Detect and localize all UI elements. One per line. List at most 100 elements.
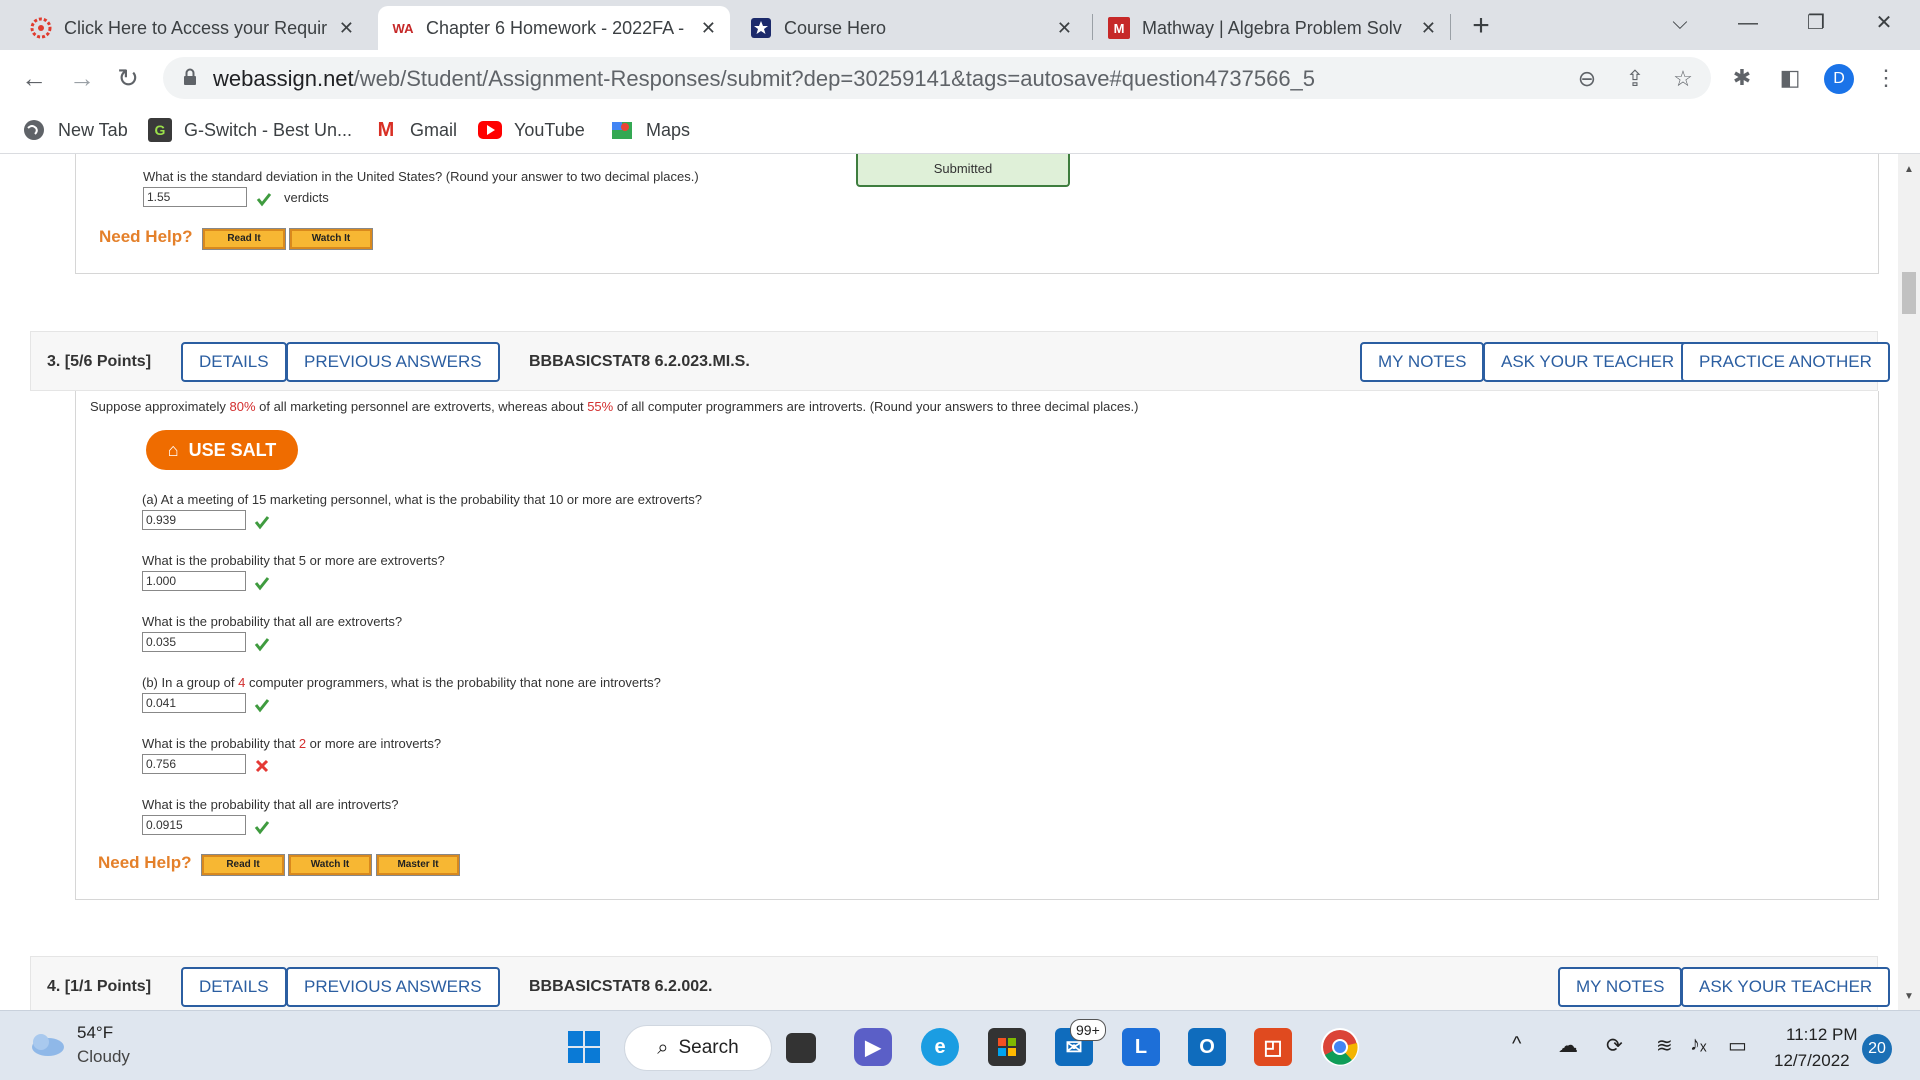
- youtube-icon: [478, 118, 502, 142]
- use-salt-label: USE SALT: [188, 439, 277, 460]
- menu-kebab-icon[interactable]: ⋮: [1872, 64, 1900, 92]
- wifi-icon[interactable]: ≋: [1656, 1033, 1673, 1058]
- use-salt-button[interactable]: ⌂ USE SALT: [146, 430, 298, 470]
- webassign-logo-icon: WA: [392, 20, 414, 36]
- new-tab-plus-icon[interactable]: +: [1466, 8, 1496, 44]
- answer-input-b2[interactable]: [142, 754, 246, 774]
- vertical-scrollbar[interactable]: ▲ ▼: [1898, 154, 1920, 1010]
- search-icon: ⌕: [657, 1036, 669, 1059]
- my-notes-button[interactable]: MY NOTES: [1558, 967, 1683, 1007]
- microsoft-store-icon[interactable]: [988, 1028, 1026, 1066]
- master-it-button[interactable]: Master It: [376, 854, 460, 876]
- answer-input-a3[interactable]: [142, 632, 246, 652]
- question-code: BBBASICSTAT8 6.2.002.: [529, 978, 713, 995]
- read-it-button[interactable]: Read It: [201, 854, 285, 876]
- my-notes-button[interactable]: MY NOTES: [1360, 342, 1485, 382]
- percent-highlight: 55%: [587, 399, 614, 414]
- tab-close-icon[interactable]: ✕: [339, 18, 354, 39]
- clock-time[interactable]: 11:12 PM: [1786, 1025, 1858, 1045]
- details-button[interactable]: DETAILS: [181, 967, 287, 1007]
- previous-answers-button[interactable]: PREVIOUS ANSWERS: [286, 342, 500, 382]
- weather-condition[interactable]: Cloudy: [77, 1047, 130, 1067]
- question-part-a1: (a) At a meeting of 15 marketing personn…: [142, 492, 703, 507]
- previous-answers-button[interactable]: PREVIOUS ANSWERS: [286, 967, 500, 1007]
- volume-muted-icon[interactable]: ♪ₓ: [1690, 1033, 1707, 1056]
- bookmarks-bar: New Tab G G-Switch - Best Un... M Gmail …: [0, 106, 1920, 154]
- correct-check-icon: [254, 638, 270, 652]
- answer-input-b1[interactable]: [142, 693, 246, 713]
- clock-date[interactable]: 12/7/2022: [1774, 1051, 1850, 1071]
- url-domain: webassign.net: [213, 66, 354, 91]
- tab-close-icon[interactable]: ✕: [1057, 18, 1072, 39]
- taskbar-search-box[interactable]: ⌕ Search: [624, 1025, 772, 1071]
- need-help-label: Need Help?: [99, 227, 193, 246]
- tab-canvas[interactable]: Click Here to Access your Requir ✕: [16, 6, 368, 50]
- question-3-header: 3. [5/6 Points] DETAILS PREVIOUS ANSWERS…: [30, 331, 1890, 391]
- tab-close-icon[interactable]: ✕: [701, 18, 716, 39]
- answer-input-a1[interactable]: [142, 510, 246, 530]
- lockdown-browser-icon[interactable]: L: [1122, 1028, 1160, 1066]
- address-bar[interactable]: webassign.net/web/Student/Assignment-Res…: [163, 57, 1711, 99]
- zoom-icon[interactable]: ⊖: [1573, 65, 1601, 93]
- edge-browser-icon[interactable]: e: [921, 1028, 959, 1066]
- tab-mathway[interactable]: M Mathway | Algebra Problem Solv ✕: [1094, 6, 1450, 50]
- bookmark-star-icon[interactable]: ☆: [1669, 65, 1697, 93]
- forward-arrow-icon[interactable]: →: [66, 62, 98, 94]
- ask-your-teacher-button[interactable]: ASK YOUR TEACHER: [1483, 342, 1693, 382]
- tab-close-icon[interactable]: ✕: [1421, 18, 1436, 39]
- outlook-icon[interactable]: O: [1188, 1028, 1226, 1066]
- profile-avatar[interactable]: D: [1824, 64, 1854, 94]
- question-code: BBBASICSTAT8 6.2.023.MI.S.: [529, 353, 750, 370]
- tab-webassign[interactable]: WA Chapter 6 Homework - 2022FA - ✕: [378, 6, 730, 50]
- percent-highlight: 80%: [229, 399, 256, 414]
- bookmark-gmail[interactable]: M Gmail: [374, 114, 457, 146]
- correct-check-icon: [254, 699, 270, 713]
- cloud-icon[interactable]: [26, 1031, 66, 1057]
- windows-start-icon[interactable]: [565, 1028, 603, 1066]
- notification-count-badge[interactable]: 20: [1862, 1034, 1892, 1064]
- reload-icon[interactable]: ↻: [112, 62, 144, 94]
- bookmark-g-switch[interactable]: G G-Switch - Best Un...: [148, 114, 352, 146]
- show-hidden-icons-chevron-icon[interactable]: ^: [1512, 1033, 1521, 1056]
- back-arrow-icon[interactable]: ←: [18, 62, 50, 94]
- extensions-puzzle-icon[interactable]: ✱: [1728, 64, 1756, 92]
- share-icon[interactable]: ⇪: [1621, 65, 1649, 93]
- battery-icon[interactable]: ▭: [1728, 1033, 1747, 1058]
- maps-pin-icon: [610, 118, 634, 142]
- ask-your-teacher-button[interactable]: ASK YOUR TEACHER: [1681, 967, 1891, 1007]
- taskbar-search-label: Search: [678, 1037, 739, 1058]
- bookmark-new-tab[interactable]: New Tab: [22, 114, 128, 146]
- scroll-up-arrow-icon[interactable]: ▲: [1904, 164, 1914, 175]
- minimize-icon[interactable]: —: [1728, 6, 1768, 40]
- scroll-down-arrow-icon[interactable]: ▼: [1904, 991, 1914, 1002]
- answer-input-b3[interactable]: [142, 815, 246, 835]
- details-button[interactable]: DETAILS: [181, 342, 287, 382]
- bookmark-label: New Tab: [58, 119, 128, 140]
- side-panel-icon[interactable]: ◧: [1776, 64, 1804, 92]
- need-help-label: Need Help?: [98, 853, 192, 872]
- watch-it-button[interactable]: Watch It: [289, 228, 373, 250]
- salt-chart-icon: ⌂: [167, 439, 179, 460]
- bookmark-maps[interactable]: Maps: [610, 114, 690, 146]
- practice-another-button[interactable]: PRACTICE ANOTHER: [1681, 342, 1890, 382]
- watch-it-button[interactable]: Watch It: [288, 854, 372, 876]
- sync-icon[interactable]: ⟳: [1606, 1033, 1623, 1058]
- office-icon[interactable]: ◰: [1254, 1028, 1292, 1066]
- correct-check-icon: [254, 577, 270, 591]
- read-it-button[interactable]: Read It: [202, 228, 286, 250]
- tab-search-chevron-icon[interactable]: ⌵: [1660, 6, 1700, 40]
- bookmark-label: YouTube: [514, 119, 585, 140]
- teams-chat-icon[interactable]: ▶: [854, 1028, 892, 1066]
- tab-coursehero[interactable]: Course Hero ✕: [736, 6, 1086, 50]
- answer-input[interactable]: [143, 187, 247, 207]
- scrollbar-thumb[interactable]: [1902, 272, 1916, 314]
- task-view-icon[interactable]: [786, 1033, 816, 1063]
- onedrive-cloud-icon[interactable]: ☁: [1558, 1033, 1578, 1058]
- chrome-icon[interactable]: [1321, 1028, 1359, 1066]
- window-close-icon[interactable]: ✕: [1864, 6, 1904, 40]
- url-path: /web/Student/Assignment-Responses/submit…: [353, 66, 1316, 91]
- restore-icon[interactable]: ❐: [1796, 6, 1836, 40]
- answer-input-a2[interactable]: [142, 571, 246, 591]
- bookmark-youtube[interactable]: YouTube: [478, 114, 585, 146]
- weather-temperature[interactable]: 54°F: [77, 1023, 113, 1043]
